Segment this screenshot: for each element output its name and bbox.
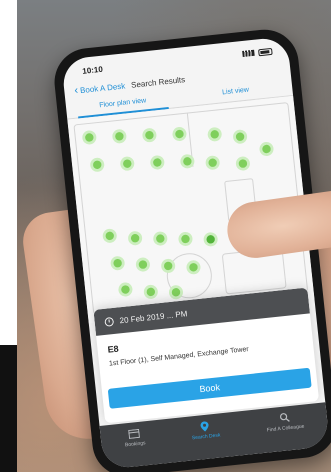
bottom-nav-find-colleague[interactable]: Find A Colleague (265, 411, 305, 434)
book-button[interactable]: Book (107, 367, 312, 409)
status-time: 10:10 (81, 64, 104, 76)
page-title: Search Results (130, 74, 186, 90)
search-icon (278, 412, 291, 423)
booking-card: 20 Feb 2019 ... PM E8 1st Floor (1), Sel… (93, 287, 320, 424)
left-edge-dark-bar (0, 345, 17, 472)
clock-icon (104, 316, 115, 327)
back-button[interactable]: ‹ Book A Desk (74, 80, 126, 96)
location-pin-icon (199, 420, 212, 431)
bottom-nav-label: Search Desk (191, 432, 221, 442)
bottom-nav-label: Find A Colleague (266, 423, 305, 434)
battery-icon (258, 47, 273, 56)
chevron-left-icon: ‹ (73, 83, 79, 97)
signal-icon (242, 49, 255, 57)
photo-background: 10:10 ‹ Book A Desk Search Results Floor… (17, 0, 331, 472)
status-icons (242, 47, 273, 57)
bottom-nav-label: Bookings (124, 440, 146, 449)
bookings-icon (128, 428, 141, 439)
booking-date-time: 20 Feb 2019 ... PM (119, 308, 188, 325)
bottom-nav-bookings[interactable]: Bookings (123, 427, 146, 449)
back-label: Book A Desk (79, 80, 126, 95)
bottom-nav-search-desk[interactable]: Search Desk (190, 419, 221, 442)
